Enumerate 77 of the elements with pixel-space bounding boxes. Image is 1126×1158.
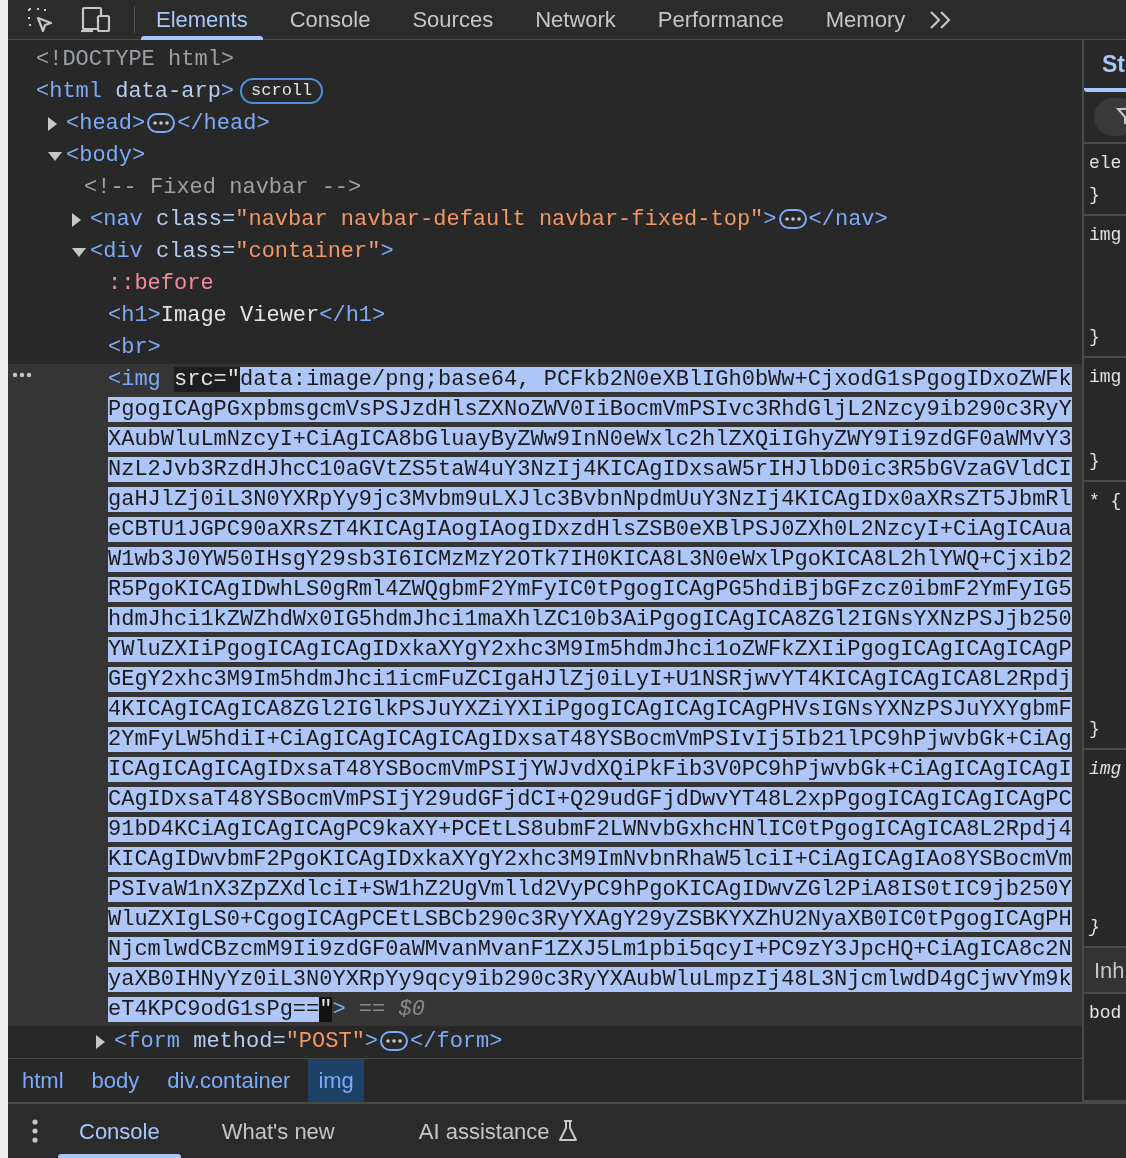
css-rule-text: bod bbox=[1089, 1002, 1123, 1025]
tag-text: <div bbox=[90, 239, 143, 264]
drawer-tab[interactable]: AI assistance bbox=[397, 1104, 599, 1158]
attribute-name: class= bbox=[155, 207, 236, 232]
tag-text: </head> bbox=[177, 111, 270, 136]
tag-text: > bbox=[380, 239, 394, 264]
ellipsis-button[interactable] bbox=[778, 209, 807, 230]
tag-text: <br> bbox=[108, 335, 161, 360]
expand-arrow-icon[interactable] bbox=[72, 213, 81, 227]
attribute-name: class= bbox=[155, 239, 236, 264]
tag-text: > bbox=[763, 207, 777, 232]
scroll-badge[interactable]: scroll bbox=[240, 78, 324, 105]
flask-icon bbox=[557, 1119, 578, 1143]
attribute-name: data-arp bbox=[114, 79, 221, 104]
breadcrumb-item[interactable]: div.container bbox=[157, 1059, 301, 1102]
tag-text: <body> bbox=[66, 143, 146, 168]
collapse-arrow-icon[interactable] bbox=[72, 247, 86, 257]
css-rule-text: } bbox=[1089, 916, 1101, 939]
tag-text: <head> bbox=[66, 111, 146, 136]
filter-field[interactable] bbox=[1094, 98, 1126, 136]
breadcrumb-item[interactable]: img bbox=[308, 1059, 364, 1102]
attribute-name: method= bbox=[192, 1029, 286, 1054]
css-rule-text: } bbox=[1089, 450, 1101, 473]
attribute-value: "POST" bbox=[285, 1029, 365, 1054]
element-text: Image Viewer bbox=[160, 303, 320, 328]
selected-node-row[interactable] bbox=[8, 364, 1082, 1026]
more-icon[interactable] bbox=[12, 371, 32, 379]
ellipsis-icon bbox=[784, 217, 801, 222]
quote-mark: " bbox=[319, 997, 333, 1022]
pseudo-element: ::before bbox=[108, 271, 214, 296]
console-reference-hint: == $0 bbox=[357, 997, 425, 1022]
css-rule-text: img bbox=[1089, 366, 1123, 389]
doctype-text: <!DOCTYPE html> bbox=[36, 47, 235, 72]
tag-text: <h1> bbox=[108, 303, 161, 328]
css-rule-text: * { bbox=[1089, 490, 1123, 513]
collapse-arrow-icon[interactable] bbox=[48, 151, 62, 161]
tag-text: > bbox=[364, 1029, 379, 1054]
panel-tab[interactable]: Sources bbox=[391, 0, 515, 39]
tag-text: <nav bbox=[90, 207, 143, 232]
tag-text: <form bbox=[114, 1029, 180, 1054]
tag-text: > bbox=[332, 997, 346, 1022]
ellipsis-button[interactable] bbox=[147, 113, 176, 134]
comment-text: <!-- Fixed navbar --> bbox=[84, 175, 362, 200]
inspect-icon[interactable] bbox=[26, 5, 54, 34]
device-icon[interactable] bbox=[80, 5, 112, 34]
tag-text: <html bbox=[36, 79, 102, 104]
attribute-name: src=" bbox=[174, 367, 241, 392]
css-rule-text: img bbox=[1089, 224, 1123, 247]
panel-tab[interactable]: Console bbox=[268, 0, 392, 39]
panel-tab[interactable]: Elements bbox=[135, 0, 269, 39]
drawer-tab[interactable]: What's new bbox=[200, 1104, 356, 1158]
css-rule-text: } bbox=[1089, 326, 1101, 349]
panel-tab[interactable]: Memory bbox=[804, 0, 927, 39]
expand-arrow-icon[interactable] bbox=[48, 117, 57, 131]
attribute-value: "container" bbox=[235, 239, 381, 264]
css-rule-text: ele bbox=[1089, 152, 1123, 175]
ellipsis-icon bbox=[153, 121, 170, 126]
tag-text: </h1> bbox=[319, 303, 386, 328]
breadcrumb-item[interactable]: body bbox=[81, 1059, 150, 1102]
panel-tab[interactable]: Performance bbox=[636, 0, 805, 39]
css-rule-text: } bbox=[1089, 718, 1101, 741]
tag-text: <img bbox=[108, 367, 162, 392]
tag-text: > bbox=[220, 79, 235, 104]
ellipsis-button[interactable] bbox=[380, 1031, 409, 1052]
menu-icon[interactable] bbox=[32, 1119, 38, 1143]
expand-arrow-icon[interactable] bbox=[96, 1035, 105, 1049]
panel-tab[interactable]: Network bbox=[514, 0, 637, 39]
attribute-value: "navbar navbar-default navbar-fixed-top" bbox=[235, 207, 764, 232]
drawer-tab[interactable]: Console bbox=[58, 1104, 181, 1158]
tag-text: </nav> bbox=[808, 207, 888, 232]
breadcrumb-item[interactable]: html bbox=[12, 1059, 74, 1102]
styles-tab[interactable]: St bbox=[1084, 40, 1126, 92]
section-header[interactable]: Inh bbox=[1084, 948, 1126, 994]
ellipsis-icon bbox=[386, 1039, 403, 1044]
tag-text: </form> bbox=[410, 1029, 503, 1054]
css-rule-text: } bbox=[1089, 184, 1101, 207]
css-rule-text: img bbox=[1089, 758, 1123, 781]
